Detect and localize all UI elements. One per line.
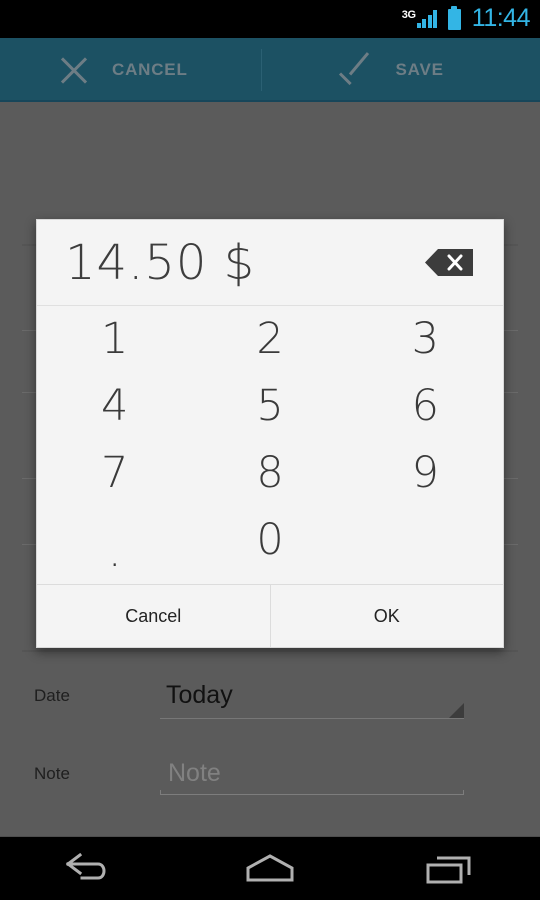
key-1[interactable]: 1 — [37, 306, 192, 373]
key-8[interactable]: 8 — [192, 440, 347, 507]
status-bar: 3G 11:44 — [0, 0, 540, 38]
note-placeholder: Note — [168, 759, 221, 787]
cancel-action-label: CANCEL — [112, 60, 188, 79]
home-icon[interactable] — [220, 837, 320, 900]
key-7[interactable]: 7 — [37, 440, 192, 507]
navigation-bar — [0, 836, 540, 900]
date-label: Date — [34, 686, 70, 705]
network-type-label: 3G — [401, 9, 416, 21]
key-9[interactable]: 9 — [348, 440, 503, 507]
key-4[interactable]: 4 — [37, 373, 192, 440]
numeric-keypad: 1 2 3 4 5 6 7 8 9 . 0 — [37, 306, 503, 584]
battery-icon — [447, 5, 461, 30]
back-arrow-icon[interactable] — [40, 837, 140, 900]
date-spinner[interactable]: Today — [160, 680, 464, 719]
date-value: Today — [166, 681, 233, 709]
save-action-button[interactable]: SAVE — [262, 38, 540, 102]
dialog-cancel-button[interactable]: Cancel — [37, 585, 271, 647]
dialog-ok-button[interactable]: OK — [270, 585, 503, 647]
key-6[interactable]: 6 — [348, 373, 503, 440]
phone-screen: 3G 11:44 CANCEL SAVE Date Today Note Not… — [0, 0, 540, 900]
date-form-row[interactable]: Date Today — [0, 680, 540, 719]
key-5[interactable]: 5 — [192, 373, 347, 440]
action-bar: CANCEL SAVE — [0, 38, 540, 102]
check-icon — [340, 56, 372, 84]
amount-value: 14.50 $ — [65, 234, 256, 291]
amount-display-bar: 14.50 $ — [37, 220, 503, 306]
note-input-underline — [160, 790, 464, 795]
close-x-icon — [60, 56, 88, 84]
backspace-icon[interactable] — [425, 249, 473, 276]
keypad-row: 7 8 9 — [37, 440, 503, 507]
keypad-row: 4 5 6 — [37, 373, 503, 440]
note-label: Note — [34, 764, 70, 783]
spinner-caret-icon — [449, 703, 464, 718]
date-spinner-underline — [160, 703, 464, 719]
note-form-row[interactable]: Note Note — [0, 758, 540, 795]
amount-entry-dialog: 14.50 $ 1 2 3 4 5 6 7 8 9 . 0 Cancel OK — [36, 219, 504, 648]
keypad-row: 1 2 3 — [37, 306, 503, 373]
key-3[interactable]: 3 — [348, 306, 503, 373]
recent-apps-icon[interactable] — [400, 837, 500, 900]
key-2[interactable]: 2 — [192, 306, 347, 373]
key-0[interactable]: 0 — [192, 507, 347, 574]
key-blank — [348, 507, 503, 574]
save-action-label: SAVE — [395, 60, 444, 79]
form-divider — [22, 650, 518, 652]
signal-bars-icon — [416, 10, 439, 28]
cancel-action-button[interactable]: CANCEL — [0, 38, 261, 102]
status-bar-clock: 11:44 — [471, 3, 531, 32]
dialog-button-bar: Cancel OK — [37, 584, 503, 647]
note-input[interactable]: Note — [160, 758, 464, 795]
key-decimal-point[interactable]: . — [37, 507, 192, 584]
keypad-row: . 0 — [37, 507, 503, 584]
